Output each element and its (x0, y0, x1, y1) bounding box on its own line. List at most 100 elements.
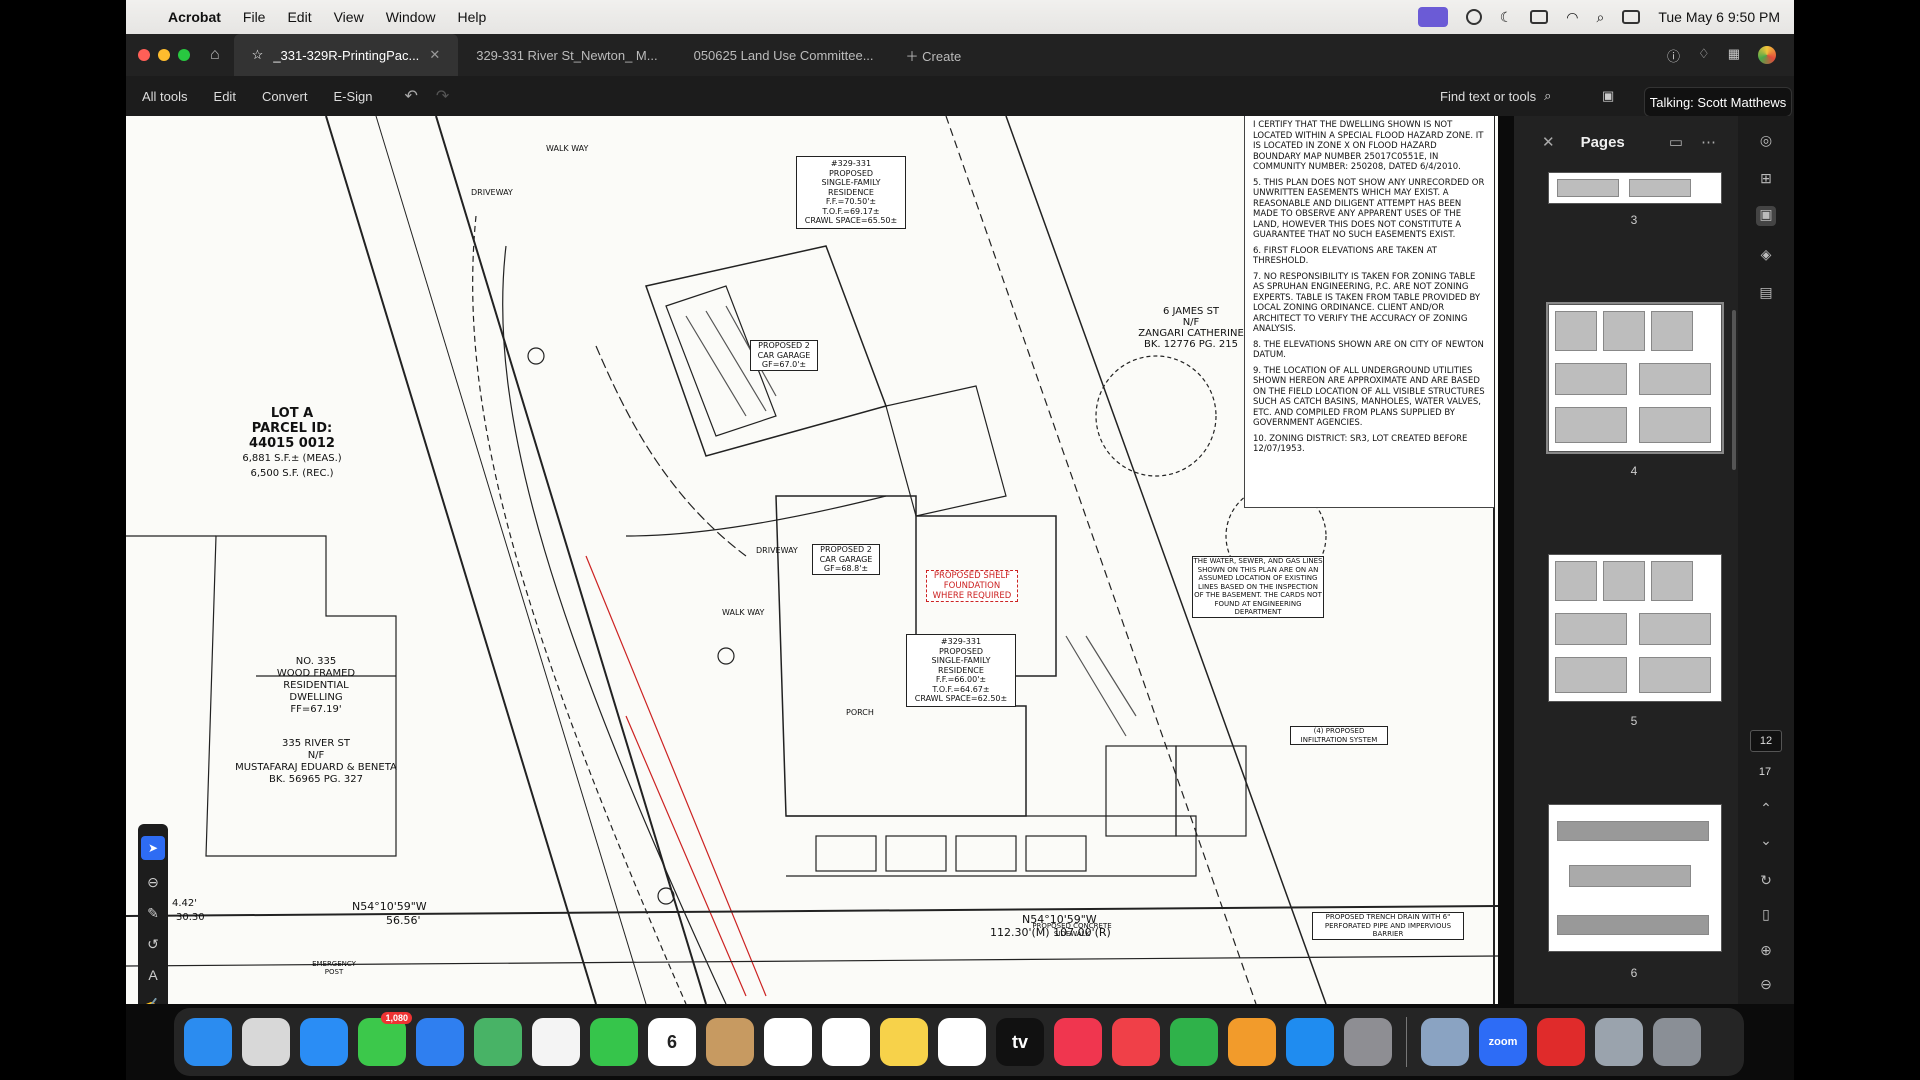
insert-page-icon[interactable]: ▭ (1669, 133, 1683, 151)
current-page-field[interactable]: 12 (1750, 730, 1782, 752)
avatar[interactable] (1758, 45, 1776, 64)
note-utilities: 9. THE LOCATION OF ALL UNDERGROUND UTILI… (1253, 365, 1485, 429)
trash-icon[interactable] (1653, 1018, 1701, 1066)
page-thumbnail-5[interactable] (1548, 554, 1722, 702)
page-down-icon[interactable]: ⌄ (1756, 832, 1776, 852)
convert-button[interactable]: Convert (262, 89, 308, 104)
mail-icon[interactable] (416, 1018, 464, 1066)
bookmark-icon[interactable]: ⊞ (1756, 170, 1776, 190)
garage-line: CAR GARAGE (757, 350, 811, 360)
menu-view[interactable]: View (334, 9, 364, 25)
star-icon[interactable]: ☆ (252, 47, 264, 63)
control-center-icon[interactable] (1622, 10, 1641, 24)
edit-button[interactable]: Edit (214, 89, 236, 104)
owner-line: 335 RIVER ST (282, 738, 350, 749)
settings-icon[interactable] (1344, 1018, 1392, 1066)
highlight-pen-icon[interactable]: ✎ (147, 905, 159, 922)
calendar-icon[interactable]: 6 (648, 1018, 696, 1066)
chrome-icon[interactable] (822, 1018, 870, 1066)
close-icon[interactable]: ✕ (1542, 133, 1555, 151)
tab-river-st[interactable]: 329-331 River St_Newton_ M... (458, 34, 675, 76)
undo-icon[interactable]: ↶ (405, 86, 418, 106)
zoom-out-icon[interactable]: ⊖ (1756, 976, 1776, 996)
tab-331-329r[interactable]: ☆ _331-329R-PrintingPac... ✕ (233, 34, 459, 76)
acrobat-icon[interactable] (1537, 1018, 1585, 1066)
page-thumbnail-4[interactable] (1546, 302, 1724, 454)
thumb-cell (1557, 179, 1619, 197)
menu-help[interactable]: Help (457, 9, 486, 25)
owner-line: 6 JAMES ST (1162, 306, 1220, 317)
bell-icon[interactable]: ♢ (1698, 46, 1710, 65)
esign-button[interactable]: E-Sign (333, 89, 372, 104)
zoom-in-icon[interactable]: ⊕ (1756, 942, 1776, 962)
rotate-icon[interactable]: ↻ (1756, 872, 1776, 892)
no-335-line: DWELLING (289, 692, 343, 703)
minimize-window-button[interactable] (158, 49, 170, 61)
preview-icon[interactable] (1421, 1018, 1469, 1066)
thumb-cell (1639, 407, 1711, 443)
moon-icon[interactable]: ☾ (1500, 9, 1513, 26)
comment-icon[interactable]: ◎ (1756, 132, 1776, 152)
pages-icon[interactable]: ▣ (1756, 206, 1776, 226)
zoom-tool-icon[interactable]: ⊖ (147, 874, 159, 891)
save-icon[interactable]: ▣ (1602, 88, 1614, 104)
walkway-label: WALK WAY (722, 608, 765, 617)
notes-icon[interactable] (880, 1018, 928, 1066)
all-tools-button[interactable]: All tools (142, 89, 188, 104)
text-box-icon[interactable]: A (148, 967, 157, 983)
menu-edit[interactable]: Edit (287, 9, 311, 25)
photos-icon[interactable] (532, 1018, 580, 1066)
maximize-window-button[interactable] (178, 49, 190, 61)
pages-scrollbar[interactable] (1732, 310, 1736, 470)
page-view-icon[interactable]: ▯ (1756, 906, 1776, 926)
tab-label: _331-329R-PrintingPac... (273, 47, 420, 63)
safari-icon[interactable] (300, 1018, 348, 1066)
zoom-icon[interactable]: zoom (1479, 1018, 1527, 1066)
launchpad-icon[interactable] (242, 1018, 290, 1066)
reminders-icon[interactable] (764, 1018, 812, 1066)
menu-app[interactable]: Acrobat (168, 9, 221, 25)
tv-icon[interactable]: tv (996, 1018, 1044, 1066)
messages-icon[interactable]: 1,080 (358, 1012, 412, 1066)
apps-grid-icon[interactable]: ▦ (1728, 46, 1740, 65)
tab-label: 050625 Land Use Committee... (693, 47, 874, 63)
battery-icon[interactable] (1530, 10, 1549, 24)
tab-land-use[interactable]: 050625 Land Use Committee... (676, 34, 892, 76)
wifi-icon[interactable]: ◠ (1566, 9, 1578, 26)
find-tools-search[interactable]: Find text or tools ⌕ (1440, 88, 1551, 104)
document-view[interactable]: I CERTIFY THAT THE DWELLING SHOWN IS NOT… (126, 116, 1498, 1004)
appstore-icon[interactable] (1286, 1018, 1334, 1066)
attachments-icon[interactable]: ▤ (1756, 284, 1776, 304)
clock[interactable]: Tue May 6 9:50 PM (1658, 9, 1780, 25)
zoom-status-icon[interactable] (1417, 7, 1448, 27)
maps-icon[interactable] (474, 1018, 522, 1066)
close-tab-icon[interactable]: ✕ (429, 47, 440, 63)
page-thumbnail-6[interactable] (1548, 804, 1722, 952)
create-tab-button[interactable]: ＋ Create (906, 46, 962, 65)
close-window-button[interactable] (138, 49, 150, 61)
pages-icon[interactable] (1228, 1018, 1276, 1066)
spotlight-icon[interactable]: ⌕ (1597, 9, 1605, 26)
facetime-icon[interactable] (590, 1018, 638, 1066)
help-icon[interactable]: ⓘ (1667, 46, 1680, 65)
sign-icon[interactable]: ✍ (144, 997, 161, 1004)
redo-icon[interactable]: ↷ (436, 86, 449, 106)
creative-cloud-icon[interactable] (1465, 9, 1482, 25)
home-icon[interactable]: ⌂ (210, 46, 220, 64)
more-options-icon[interactable]: ⋯ (1701, 133, 1716, 151)
thumb-cell (1555, 407, 1627, 443)
page-thumbnail-3[interactable] (1548, 172, 1722, 204)
music-icon[interactable] (1054, 1018, 1102, 1066)
news-icon[interactable] (1112, 1018, 1160, 1066)
menu-window[interactable]: Window (386, 9, 436, 25)
contacts-icon[interactable] (706, 1018, 754, 1066)
page-up-icon[interactable]: ⌃ (1756, 800, 1776, 820)
numbers-icon[interactable] (1170, 1018, 1218, 1066)
layers-icon[interactable]: ◈ (1756, 246, 1776, 266)
freeform-icon[interactable] (938, 1018, 986, 1066)
downloads-icon[interactable] (1595, 1018, 1643, 1066)
menu-file[interactable]: File (243, 9, 266, 25)
select-cursor-icon[interactable]: ➤ (141, 836, 165, 860)
finder-icon[interactable] (184, 1018, 232, 1066)
draw-icon[interactable]: ↺ (147, 936, 159, 953)
